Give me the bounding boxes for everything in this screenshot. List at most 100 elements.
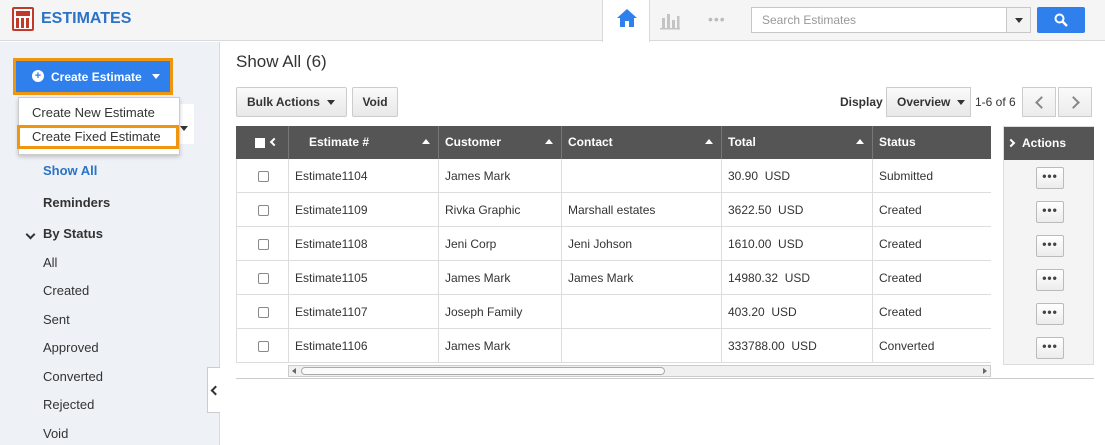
cell-total: 403.20 USD: [721, 295, 872, 329]
row-actions-button[interactable]: •••: [1036, 337, 1064, 359]
prev-page-button[interactable]: [1022, 87, 1056, 117]
table-row[interactable]: Estimate1109 Rivka Graphic Marshall esta…: [236, 193, 991, 227]
search-button[interactable]: [1037, 7, 1085, 33]
sidebar-item-void[interactable]: Void: [43, 426, 68, 441]
select-all-checkbox[interactable]: [255, 138, 265, 148]
menu-item-create-fixed-estimate[interactable]: Create Fixed Estimate: [17, 125, 179, 149]
column-header-status[interactable]: Status: [872, 126, 991, 159]
sidebar-item-approved[interactable]: Approved: [43, 340, 99, 355]
cell-contact: [561, 329, 721, 363]
scroll-left-icon[interactable]: [292, 368, 296, 374]
sidebar-item-all[interactable]: All: [43, 255, 57, 270]
cell-total: 333788.00 USD: [721, 329, 872, 363]
sort-icon: [705, 139, 713, 144]
search-dropdown-button[interactable]: [1006, 8, 1030, 32]
column-header-total[interactable]: Total: [721, 126, 872, 159]
cell-contact: [561, 159, 721, 193]
table-row[interactable]: Estimate1105 James Mark James Mark 14980…: [236, 261, 991, 295]
cell-estimate[interactable]: Estimate1106: [288, 329, 438, 363]
create-estimate-button[interactable]: + Create Estimate: [16, 61, 170, 92]
column-header-customer[interactable]: Customer: [438, 126, 561, 159]
sidebar: + Create Estimate Create New Estimate Cr…: [0, 42, 220, 445]
table-bottom-divider: [236, 378, 1094, 379]
row-checkbox[interactable]: [258, 341, 269, 352]
cell-customer: Joseph Family: [438, 295, 561, 329]
sort-icon: [856, 139, 864, 144]
row-actions-button[interactable]: •••: [1036, 167, 1064, 189]
hidden-dropdown-toggle[interactable]: [180, 104, 194, 144]
column-header-estimate[interactable]: Estimate #: [288, 126, 438, 159]
page-title: Show All (6): [236, 52, 327, 71]
chevron-down-icon: [25, 229, 36, 240]
scroll-right-icon[interactable]: [983, 368, 987, 374]
sidebar-item-reminders[interactable]: Reminders: [43, 195, 110, 210]
top-bar: ESTIMATES •••: [0, 0, 1105, 42]
row-actions-button[interactable]: •••: [1036, 269, 1064, 291]
table-row[interactable]: Estimate1108 Jeni Corp Jeni Johson 1610.…: [236, 227, 991, 261]
cell-estimate[interactable]: Estimate1108: [288, 227, 438, 261]
sidebar-item-show-all[interactable]: Show All: [43, 163, 97, 178]
display-select[interactable]: Overview: [886, 87, 971, 117]
home-icon: [617, 9, 637, 27]
cell-total: 14980.32 USD: [721, 261, 872, 295]
next-page-button[interactable]: [1058, 87, 1092, 117]
row-checkbox[interactable]: [258, 307, 269, 318]
cell-customer: James Mark: [438, 261, 561, 295]
chevron-left-icon[interactable]: [269, 137, 279, 147]
bulk-actions-label: Bulk Actions: [247, 95, 320, 109]
search-box: [751, 7, 1031, 33]
cell-total: 1610.00 USD: [721, 227, 872, 261]
display-label: Display: [840, 95, 883, 109]
row-checkbox[interactable]: [258, 205, 269, 216]
sort-icon: [422, 139, 430, 144]
cell-status: Created: [872, 193, 991, 227]
pager-info: 1-6 of 6: [975, 95, 1016, 109]
row-actions-button[interactable]: •••: [1036, 201, 1064, 223]
sidebar-item-by-status[interactable]: By Status: [43, 226, 103, 241]
cell-status: Submitted: [872, 159, 991, 193]
cell-estimate[interactable]: Estimate1107: [288, 295, 438, 329]
sidebar-item-sent[interactable]: Sent: [43, 312, 70, 327]
caret-down-icon: [327, 100, 335, 105]
search-input[interactable]: [752, 8, 1006, 32]
cell-estimate[interactable]: Estimate1109: [288, 193, 438, 227]
search-icon: [1054, 13, 1068, 27]
more-tab[interactable]: •••: [708, 11, 726, 27]
table-row[interactable]: Estimate1104 James Mark 30.90 USD Submit…: [236, 159, 991, 193]
sort-icon: [545, 139, 553, 144]
sidebar-item-created[interactable]: Created: [43, 283, 89, 298]
actions-column: Actions ••• ••• ••• ••• ••• •••: [1003, 126, 1094, 365]
void-button[interactable]: Void: [352, 87, 398, 117]
cell-total: 30.90 USD: [721, 159, 872, 193]
row-checkbox[interactable]: [258, 239, 269, 250]
row-checkbox[interactable]: [258, 171, 269, 182]
actions-header[interactable]: Actions: [1004, 127, 1094, 160]
cell-status: Created: [872, 295, 991, 329]
sidebar-item-rejected[interactable]: Rejected: [43, 397, 94, 412]
row-actions-button[interactable]: •••: [1036, 303, 1064, 325]
sidebar-collapse-button[interactable]: [207, 367, 220, 413]
caret-down-icon: [957, 100, 965, 105]
reports-tab[interactable]: [659, 10, 681, 33]
horizontal-scrollbar[interactable]: [288, 365, 991, 377]
bar-chart-icon: [660, 14, 680, 30]
cell-estimate[interactable]: Estimate1104: [288, 159, 438, 193]
app-title: ESTIMATES: [41, 10, 132, 27]
sidebar-item-converted[interactable]: Converted: [43, 369, 103, 384]
table-row[interactable]: Estimate1107 Joseph Family 403.20 USD Cr…: [236, 295, 991, 329]
scrollbar-thumb[interactable]: [301, 367, 665, 375]
bulk-actions-button[interactable]: Bulk Actions: [236, 87, 347, 117]
cell-status: Created: [872, 261, 991, 295]
cell-estimate[interactable]: Estimate1105: [288, 261, 438, 295]
cell-total: 3622.50 USD: [721, 193, 872, 227]
create-estimate-menu: Create New Estimate Create Fixed Estimat…: [17, 97, 180, 155]
column-header-contact[interactable]: Contact: [561, 126, 721, 159]
menu-item-create-new-estimate[interactable]: Create New Estimate: [19, 101, 179, 125]
row-checkbox[interactable]: [258, 273, 269, 284]
cell-customer: James Mark: [438, 159, 561, 193]
cell-customer: James Mark: [438, 329, 561, 363]
row-actions-button[interactable]: •••: [1036, 235, 1064, 257]
home-tab[interactable]: [602, 0, 650, 42]
cell-contact: Jeni Johson: [561, 227, 721, 261]
table-row[interactable]: Estimate1106 James Mark 333788.00 USD Co…: [236, 329, 991, 363]
